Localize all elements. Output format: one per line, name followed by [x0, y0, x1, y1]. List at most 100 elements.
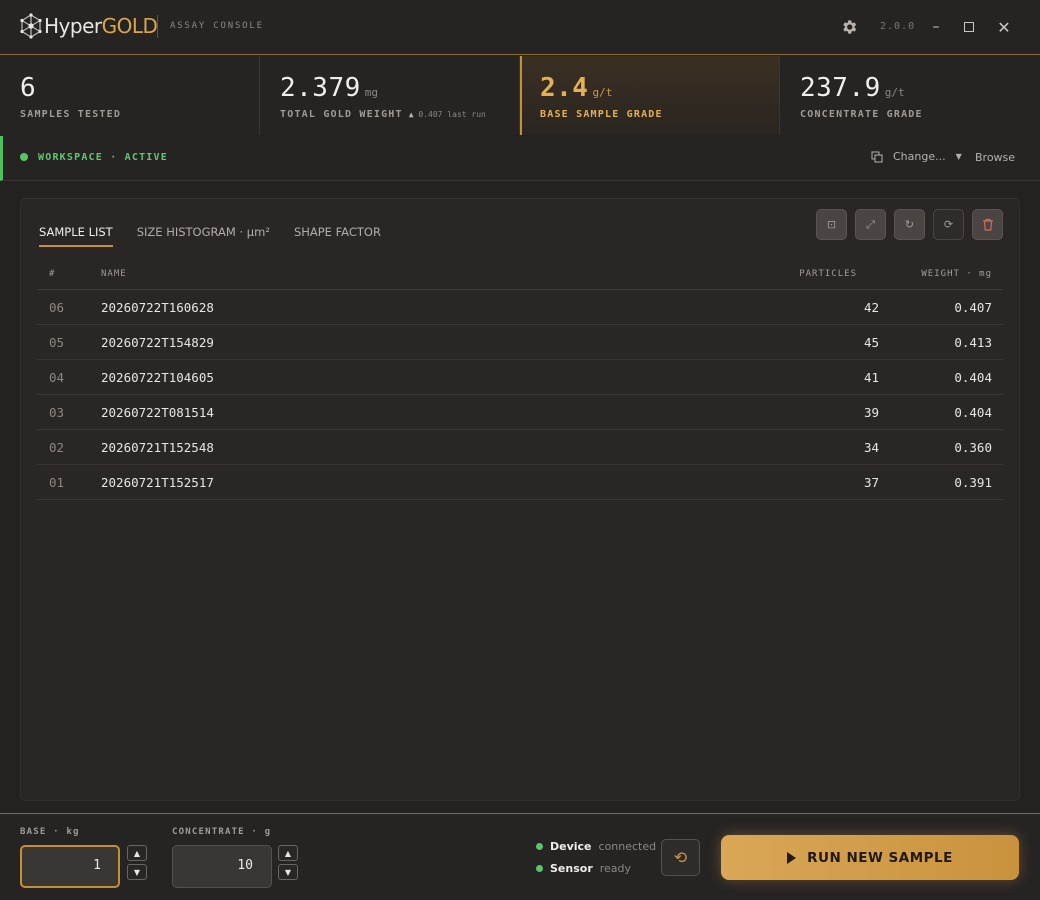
stat-concentrate-grade: 237.9 g/t CONCENTRATE GRADE: [780, 56, 1040, 135]
panel-toolbar: ⊡ ⤢ ↻ ⟳: [816, 209, 1003, 240]
table-header: # NAME PARTICLES WEIGHT · mg: [37, 261, 1003, 290]
tab-shape-factor[interactable]: SHAPE FACTOR: [294, 225, 381, 247]
stat-label: SAMPLES TESTED: [20, 109, 122, 120]
gear-icon[interactable]: [840, 18, 858, 36]
table-row[interactable]: 06 20260722T160628 42 0.407: [37, 290, 1003, 325]
base-increment-icon[interactable]: ▲: [127, 845, 147, 861]
sensor-name: Sensor: [550, 862, 593, 875]
row-weight: 0.404: [954, 370, 992, 385]
app-logo: HyperGOLD: [19, 12, 158, 40]
stat-label: BASE SAMPLE GRADE: [540, 109, 663, 120]
row-weight: 0.413: [954, 335, 992, 350]
sensor-state: ready: [599, 862, 632, 875]
row-name: 20260721T152517: [101, 475, 214, 490]
browse-button[interactable]: Browse: [975, 151, 1015, 164]
header-name: NAME: [101, 269, 127, 279]
tab-size-histogram[interactable]: SIZE HISTOGRAM · µm²: [137, 225, 270, 247]
row-name: 20260722T081514: [101, 405, 214, 420]
change-workspace-button[interactable]: Change... ▼: [871, 150, 962, 163]
concentrate-label: CONCENTRATE · g: [172, 827, 272, 837]
sensor-status: Sensor ready: [536, 862, 631, 875]
tab-bar: SAMPLE LIST SIZE HISTOGRAM · µm² SHAPE F…: [39, 225, 381, 247]
row-name: 20260722T154829: [101, 335, 214, 350]
stat-unit: mg: [364, 86, 379, 99]
row-index: 02: [49, 440, 65, 455]
workspace-status: WORKSPACE · ACTIVE: [38, 152, 168, 163]
refresh-icon[interactable]: ⟳: [933, 209, 964, 240]
status-dot-icon: [536, 843, 543, 850]
row-weight: 0.391: [954, 475, 992, 490]
minimize-icon[interactable]: –: [925, 16, 947, 38]
stat-base-sample-grade: 2.4 g/t BASE SAMPLE GRADE: [520, 56, 780, 135]
copy-icon: [871, 151, 883, 162]
base-input[interactable]: 1: [20, 845, 120, 888]
stat-delta-text: 0.407 last run: [418, 110, 486, 119]
header-particles: PARTICLES: [799, 269, 857, 279]
bottom-bar: BASE · kg 1 ▲ ▼ CONCENTRATE · g 10 ▲ ▼ D…: [0, 813, 1040, 900]
concentrate-input[interactable]: 10: [172, 845, 272, 888]
row-particles: 34: [863, 440, 879, 455]
maximize-icon[interactable]: [958, 16, 980, 38]
row-name: 20260721T152548: [101, 440, 214, 455]
row-weight: 0.404: [954, 405, 992, 420]
logo-icon: [20, 13, 42, 39]
row-index: 01: [49, 475, 65, 490]
status-dot-icon: [20, 153, 28, 161]
row-index: 05: [49, 335, 65, 350]
crop-icon[interactable]: ⊡: [816, 209, 847, 240]
logo-text-hyper: Hyper: [44, 14, 102, 38]
stat-value: 2.4: [540, 73, 589, 103]
version-label: 2.0.0: [880, 21, 916, 32]
stat-delta: ▲ 0.407 last run: [409, 110, 486, 119]
delete-icon[interactable]: [972, 209, 1003, 240]
stat-unit: g/t: [884, 86, 905, 99]
stat-label: CONCENTRATE GRADE: [800, 109, 923, 120]
row-weight: 0.407: [954, 300, 992, 315]
table-row[interactable]: 03 20260722T081514 39 0.404: [37, 395, 1003, 430]
table-row[interactable]: 04 20260722T104605 41 0.404: [37, 360, 1003, 395]
row-weight: 0.360: [954, 440, 992, 455]
row-particles: 41: [863, 370, 879, 385]
logo-text-gold: GOLD: [101, 14, 158, 38]
table-row[interactable]: 01 20260721T152517 37 0.391: [37, 465, 1003, 500]
run-new-sample-button[interactable]: RUN NEW SAMPLE: [721, 835, 1019, 880]
stat-unit: g/t: [592, 86, 613, 99]
concentrate-decrement-icon[interactable]: ▼: [278, 864, 298, 880]
rotate-icon[interactable]: ↻: [894, 209, 925, 240]
tab-sample-list[interactable]: SAMPLE LIST: [39, 225, 113, 247]
device-status: Device connected: [536, 840, 656, 853]
stat-value: 6: [20, 73, 37, 103]
stat-value: 237.9: [800, 73, 881, 103]
row-index: 04: [49, 370, 65, 385]
sync-icon[interactable]: ⟲: [661, 839, 700, 876]
row-index: 03: [49, 405, 65, 420]
title-divider: [157, 15, 158, 38]
header-weight: WEIGHT · mg: [921, 269, 992, 279]
base-label: BASE · kg: [20, 827, 80, 837]
stat-total-gold-weight: 2.379 mg TOTAL GOLD WEIGHT ▲ 0.407 last ru…: [260, 56, 520, 135]
row-index: 06: [49, 300, 65, 315]
workspace-bar: WORKSPACE · ACTIVE Change... ▼ Browse: [0, 136, 1040, 181]
row-name: 20260722T160628: [101, 300, 214, 315]
app-subtitle: ASSAY CONSOLE: [170, 21, 264, 31]
triangle-up-icon: ▲: [408, 110, 414, 119]
run-label: RUN NEW SAMPLE: [807, 849, 953, 866]
close-icon[interactable]: ✕: [993, 16, 1015, 38]
stat-samples-tested: 6 SAMPLES TESTED: [0, 56, 260, 135]
status-dot-icon: [536, 865, 543, 872]
title-bar: HyperGOLD ASSAY CONSOLE 2.0.0 – ✕: [0, 0, 1040, 55]
device-state: connected: [598, 840, 657, 853]
play-icon: [787, 851, 797, 864]
main-panel: SAMPLE LIST SIZE HISTOGRAM · µm² SHAPE F…: [20, 198, 1020, 801]
concentrate-increment-icon[interactable]: ▲: [278, 845, 298, 861]
expand-icon[interactable]: ⤢: [855, 209, 886, 240]
header-index: #: [49, 269, 56, 279]
base-decrement-icon[interactable]: ▼: [127, 864, 147, 880]
row-particles: 42: [863, 300, 879, 315]
table-row[interactable]: 02 20260721T152548 34 0.360: [37, 430, 1003, 465]
stats-bar: 6 SAMPLES TESTED 2.379 mg TOTAL GOLD WEIG…: [0, 56, 1040, 135]
stat-value: 2.379: [280, 73, 361, 103]
device-name: Device: [550, 840, 592, 853]
chevron-down-icon: ▼: [955, 152, 962, 161]
table-row[interactable]: 05 20260722T154829 45 0.413: [37, 325, 1003, 360]
